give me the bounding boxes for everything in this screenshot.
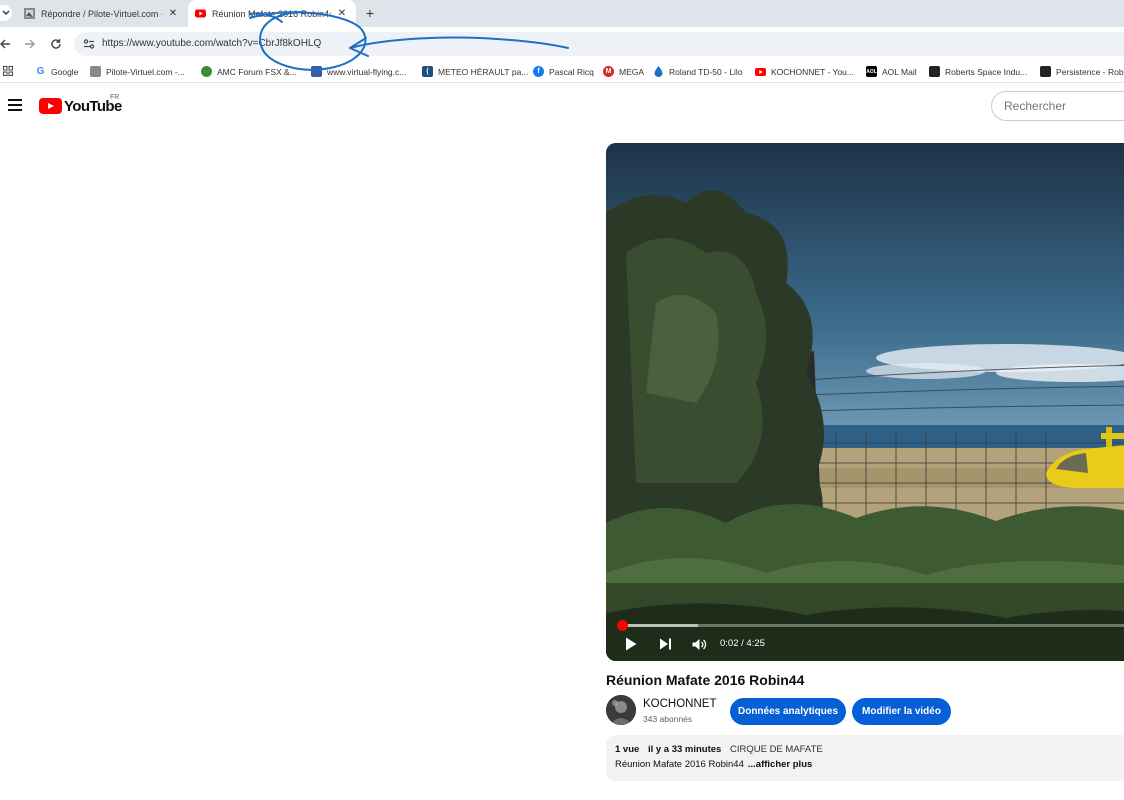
bookmark-aol-mail[interactable]: AOL AOL Mail bbox=[866, 64, 917, 79]
tab-strip: Répondre / Pilote-Virtuel.com - ✕ Réunio… bbox=[0, 0, 1124, 27]
drop-icon bbox=[653, 66, 664, 77]
hashtag-link[interactable]: CIRQUE DE MAFATE bbox=[730, 744, 823, 755]
back-button[interactable] bbox=[0, 35, 14, 53]
virtual-flying-icon bbox=[311, 66, 322, 77]
bookmark-mega[interactable]: M MEGA bbox=[603, 64, 644, 79]
bookmark-virtual-flying[interactable]: www.virtual-flying.c... bbox=[311, 64, 406, 79]
rsi-icon bbox=[929, 66, 940, 77]
bookmark-label: Persistence - Robe bbox=[1056, 66, 1124, 77]
video-frame bbox=[606, 143, 1124, 661]
url-text: https://www.youtube.com/watch?v=CbrJf8kO… bbox=[102, 38, 322, 49]
bookmark-pilote-virtuel[interactable]: Pilote-Virtuel.com -... bbox=[90, 64, 185, 79]
pilote-virtuel-icon bbox=[24, 8, 35, 19]
address-bar[interactable]: https://www.youtube.com/watch?v=CbrJf8kO… bbox=[74, 32, 1124, 56]
bookmark-label: KOCHONNET - You... bbox=[771, 66, 854, 77]
bookmark-label: Roland TD-50 - Lilo bbox=[669, 66, 743, 77]
bookmark-roberts-space[interactable]: Roberts Space Indu... bbox=[929, 64, 1027, 79]
time-display: 0:02 / 4:25 bbox=[720, 638, 765, 649]
tab-title: Réunion Mafate 2016 Robin44 bbox=[212, 8, 331, 19]
google-icon: G bbox=[35, 66, 46, 77]
bookmark-label: Pilote-Virtuel.com -... bbox=[106, 66, 185, 77]
volume-icon bbox=[692, 638, 706, 650]
video-player[interactable]: 0:02 / 4:25 bbox=[606, 143, 1124, 661]
menu-icon[interactable] bbox=[8, 99, 22, 111]
new-tab-button[interactable]: + bbox=[362, 5, 378, 21]
arrow-left-icon bbox=[0, 39, 10, 49]
next-button[interactable] bbox=[656, 635, 674, 653]
play-button[interactable] bbox=[622, 635, 640, 653]
bookmark-google[interactable]: G Google bbox=[35, 64, 78, 79]
close-icon[interactable]: ✕ bbox=[335, 7, 349, 21]
bookmark-label: AOL Mail bbox=[882, 66, 917, 77]
youtube-icon bbox=[195, 9, 206, 18]
globe-icon bbox=[201, 66, 212, 77]
bookmarks-bar: G Google Pilote-Virtuel.com -... AMC For… bbox=[0, 60, 1124, 83]
forward-button[interactable] bbox=[21, 35, 39, 53]
site-settings-icon[interactable] bbox=[82, 37, 96, 51]
bookmark-label: METEO HÉRAULT pa... bbox=[438, 66, 529, 77]
bookmark-label: MEGA bbox=[619, 66, 645, 77]
chevron-down-icon bbox=[2, 10, 10, 15]
close-icon[interactable]: ✕ bbox=[166, 7, 180, 21]
youtube-header: YouTube FR bbox=[0, 84, 1124, 128]
aol-icon: AOL bbox=[866, 66, 877, 77]
subscriber-count: 343 abonnés bbox=[643, 714, 693, 724]
description-text: Réunion Mafate 2016 Robin44 bbox=[615, 759, 744, 770]
play-icon bbox=[626, 637, 637, 651]
bookmark-pascal-ricq[interactable]: f Pascal Ricq bbox=[533, 64, 594, 79]
youtube-icon bbox=[755, 66, 766, 77]
bookmark-roland[interactable]: Roland TD-50 - Lilo bbox=[653, 64, 743, 79]
region-code: FR bbox=[110, 94, 120, 101]
bookmark-amc-forum[interactable]: AMC Forum FSX &... bbox=[201, 64, 297, 79]
progress-bar[interactable] bbox=[617, 620, 1124, 631]
tab-search-button[interactable] bbox=[0, 5, 12, 21]
navigation-bar: https://www.youtube.com/watch?v=CbrJf8kO… bbox=[0, 27, 1124, 60]
apps-grid-icon[interactable] bbox=[3, 66, 13, 76]
channel-avatar-image bbox=[606, 695, 636, 725]
bookmark-meteo-herault[interactable]: ( METEO HÉRAULT pa... bbox=[422, 64, 528, 79]
bookmark-label: Pascal Ricq bbox=[549, 66, 594, 77]
search-input[interactable] bbox=[1004, 99, 1124, 113]
bookmark-label: AMC Forum FSX &... bbox=[217, 66, 297, 77]
upload-age: il y a 33 minutes bbox=[647, 744, 722, 755]
bookmark-label: Roberts Space Indu... bbox=[945, 66, 1028, 77]
video-title: Réunion Mafate 2016 Robin44 bbox=[606, 672, 805, 688]
view-count: 1 vue bbox=[615, 744, 640, 755]
description-text-line: Réunion Mafate 2016 Robin44 ...afficher p… bbox=[615, 759, 812, 770]
rsi-icon bbox=[1040, 66, 1051, 77]
edit-video-button[interactable]: Modifier la vidéo bbox=[852, 698, 951, 725]
tab-pilote-virtuel[interactable]: Répondre / Pilote-Virtuel.com - ✕ bbox=[17, 0, 187, 27]
show-more-link[interactable]: ...afficher plus bbox=[748, 759, 812, 770]
tab-title: Répondre / Pilote-Virtuel.com - bbox=[41, 8, 162, 19]
reload-button[interactable] bbox=[47, 35, 65, 53]
video-meta: 1 vue il y a 33 minutes CIRQUE DE MAFATE bbox=[615, 744, 823, 755]
tab-youtube-video[interactable]: Réunion Mafate 2016 Robin44 ✕ bbox=[188, 0, 356, 27]
buffered-bar bbox=[618, 624, 698, 627]
avatar[interactable] bbox=[606, 695, 636, 725]
youtube-play-icon bbox=[39, 98, 62, 114]
bookmark-persistence[interactable]: Persistence - Robe bbox=[1040, 64, 1124, 79]
skip-next-icon bbox=[659, 638, 671, 650]
bookmark-label: Google bbox=[51, 66, 79, 77]
analytics-button[interactable]: Données analytiques bbox=[730, 698, 846, 725]
volume-button[interactable] bbox=[690, 635, 708, 653]
pilote-virtuel-icon bbox=[90, 66, 101, 77]
youtube-logo[interactable]: YouTube FR bbox=[39, 94, 122, 115]
description-box[interactable]: 1 vue il y a 33 minutes CIRQUE DE MAFATE… bbox=[606, 735, 1124, 781]
reload-icon bbox=[51, 39, 61, 49]
bookmark-kochonnet[interactable]: KOCHONNET - You... bbox=[755, 64, 854, 79]
arrow-right-icon bbox=[25, 39, 35, 49]
meteo-icon: ( bbox=[422, 66, 433, 77]
bookmark-label: www.virtual-flying.c... bbox=[327, 66, 407, 77]
channel-name[interactable]: KOCHONNET bbox=[643, 698, 716, 710]
facebook-icon: f bbox=[533, 66, 544, 77]
mega-icon: M bbox=[603, 66, 614, 77]
search-box bbox=[991, 91, 1124, 121]
